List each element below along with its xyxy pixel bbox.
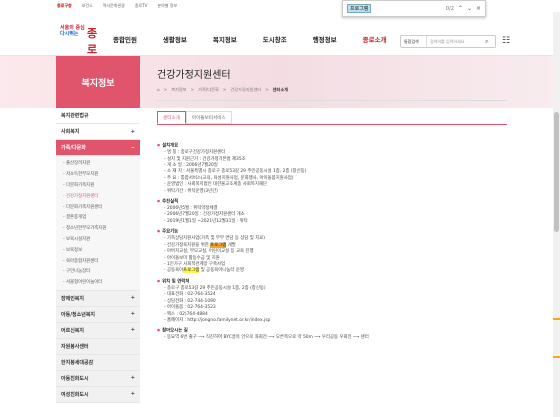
utility-link[interactable]: 종로TV <box>135 3 148 9</box>
utility-link[interactable]: 역사문화관광 <box>103 3 125 9</box>
utility-link[interactable]: 종로구청 <box>57 3 72 9</box>
tab-underline <box>157 124 507 125</box>
find-next-button[interactable]: ⌄ <box>467 5 472 12</box>
nav-item[interactable]: 종로소개 <box>363 34 387 44</box>
breadcrumb-item[interactable]: 건강가정지원센터 <box>230 87 261 93</box>
section-line: - 2019년1월1일 ~2021년12월31일 : 위탁 <box>164 218 248 224</box>
sidebar-item[interactable]: 아동친화도시 + <box>56 370 140 387</box>
sidebar-item-label: 아동/청소년복지 <box>61 311 96 318</box>
find-match-marker <box>553 318 560 320</box>
utility-link[interactable]: 분야별 정보 <box>157 3 177 9</box>
breadcrumb-separator: > <box>265 87 269 92</box>
sidebar-subitem[interactable]: - 건강가정지원센터 <box>56 190 140 201</box>
breadcrumb: ⌂ > 복지정보 > 가족/다문화 > 건강가정지원센터 > 센터소개 <box>157 87 288 93</box>
sidebar-subitem[interactable]: - 다문화가족지원 <box>56 180 140 191</box>
section-heading: 위치 및 연락처 <box>157 278 507 286</box>
search-input[interactable]: 검색어를 입력하세요 <box>427 39 485 45</box>
content-body: 설치개요- 명 칭 : 종로구건강가정지원센터- 설치 및 지원근거 : 건강가… <box>157 139 507 342</box>
sidebar-item-label: 자원봉사센터 <box>61 343 89 350</box>
utility-links: 종로구청 보건소 역사문화관광 종로TV 분야별 정보 <box>57 3 177 9</box>
section-heading: 추진실적 <box>157 198 507 206</box>
sidebar-item[interactable]: 복지관련법규 <box>56 108 140 124</box>
sidebar-submenu: - 출산장려지원 - 저소득한부모지원 - 다문화가족지원 - 건강가정지원센터 - 다… <box>56 156 140 291</box>
nav-item[interactable]: 행정정보 <box>313 34 337 44</box>
breadcrumb-item[interactable]: 복지정보 <box>171 87 186 93</box>
sidebar-item-label: 장애인복지 <box>61 295 85 302</box>
expand-icon: + <box>130 311 135 318</box>
find-match-marker <box>553 356 560 358</box>
sidebar-title: 복지정보 <box>56 56 140 108</box>
sidebar-menu: 복지관련법규 사회복지 + 가족/다문화 − - 출산장려지원 - 저소득한부모지원 - 다문… <box>56 108 140 417</box>
sitemap-grid-icon[interactable]: ☷ <box>502 36 510 46</box>
sidebar-item[interactable]: 장애인복지 + <box>56 290 140 307</box>
content-tab[interactable]: 센터소개 <box>157 111 186 124</box>
main-nav: 종합민원 생활정보 복지정보 도시창조 행정정보 종로소개 <box>113 34 413 44</box>
find-input[interactable]: 프로그램 <box>347 4 372 13</box>
nav-item[interactable]: 종합민원 <box>113 34 137 44</box>
sidebar-subitem[interactable]: - 저소득한부모지원 <box>56 169 140 180</box>
page-title: 건강가정지원센터 <box>157 70 231 81</box>
breadcrumb-item[interactable]: 가족/다문화 <box>198 87 219 93</box>
find-in-page-bar: 프로그램 0/2 ⌃ ⌄ × <box>342 0 486 17</box>
sidebar-item[interactable]: 아동/청소년복지 + <box>56 306 140 323</box>
search-highlight: 프로그램 <box>183 268 200 274</box>
sidebar-subitem[interactable]: - 구민나눔장터 <box>56 266 140 277</box>
sidebar-item-label: 한지붕세대공감 <box>61 359 94 366</box>
sidebar-item-label: 사회복지 <box>61 129 80 135</box>
scrollbar-thumb[interactable] <box>554 112 559 232</box>
breadcrumb-separator: > <box>190 87 195 92</box>
sidebar-subitem[interactable]: - 육아종합지원센터 <box>56 255 140 266</box>
search-highlight: 프로그램 <box>210 242 227 248</box>
content-tab[interactable]: 아이돌보미서비스 <box>185 111 232 124</box>
sidebar-subitem[interactable]: - 보육시설지원 <box>56 234 140 245</box>
sidebar-item-label: 복지관련법규 <box>61 113 89 119</box>
section-line: - 홈페이지 : http://jongno.familynet.or.kr/i… <box>164 317 271 323</box>
sidebar-subitem[interactable]: - 다문화가족지원센터 <box>56 201 140 212</box>
expand-icon: + <box>130 391 135 398</box>
expand-icon: + <box>130 375 135 382</box>
sidebar-item[interactable]: 자원봉사센터 <box>56 338 140 355</box>
sidebar-item-label: 어르신복지 <box>61 327 85 334</box>
sidebar-item[interactable]: 한지붕세대공감 <box>56 354 140 371</box>
search-box: 통합검색 검색어를 입력하세요 ⌕ <box>400 35 496 48</box>
find-prev-button[interactable]: ⌃ <box>458 5 463 12</box>
nav-item[interactable]: 생활정보 <box>163 34 187 44</box>
site-header: 서울의 중심 다시뛰는 종로 종합민원 생활정보 복지정보 도시창조 행정정보 종로소개 … <box>0 12 560 56</box>
section-line: - 공동육아프로그램 및 공동육아나눔터 운영 <box>164 268 244 274</box>
logo-name: 종로 <box>87 27 98 56</box>
sidebar-subitem[interactable]: - 청소년한부모가족지원 <box>56 223 140 234</box>
nav-item[interactable]: 도시창조 <box>263 34 287 44</box>
content-tabs: 센터소개 아이돌보미서비스 <box>157 111 232 124</box>
sidebar-item[interactable]: 사회복지 + <box>56 124 140 140</box>
site-logo[interactable]: 서울의 중심 다시뛰는 종로 <box>60 25 102 56</box>
section-line: - 위탁기간 : 위탁운영(3년간) <box>164 188 218 194</box>
breadcrumb-item[interactable]: 센터소개 <box>273 87 288 93</box>
section-heading: 설치개요 <box>157 142 507 150</box>
breadcrumb-separator: > <box>222 87 227 92</box>
divider <box>157 100 507 101</box>
find-close-button[interactable]: × <box>476 5 481 12</box>
breadcrumb-separator: > <box>163 87 168 92</box>
expand-icon: + <box>130 327 135 334</box>
sidebar-item-label: 아동친화도시 <box>61 375 89 382</box>
sidebar-item[interactable]: 어르신복지 + <box>56 322 140 339</box>
sidebar-item[interactable]: 가족/다문화 − <box>56 140 140 156</box>
sidebar-item-label: 가족/다문화 <box>61 145 86 151</box>
find-match-count: 0/2 <box>445 5 454 12</box>
sidebar-subitem[interactable]: - 결혼중개업 <box>56 212 140 223</box>
search-scope-select[interactable]: 통합검색 <box>401 36 427 47</box>
expand-icon: + <box>130 128 135 135</box>
search-icon[interactable]: ⌕ <box>485 38 495 46</box>
sidebar-subitem[interactable]: - 출산장려지원 <box>56 158 140 169</box>
sidebar-item[interactable]: 여성친화도시 + <box>56 386 140 403</box>
expand-icon: − <box>130 144 135 151</box>
home-icon[interactable]: ⌂ <box>157 87 160 93</box>
utility-link[interactable]: 보건소 <box>82 3 93 9</box>
expand-icon: + <box>130 295 135 302</box>
sidebar-subitem[interactable]: - 보육정보 <box>56 244 140 255</box>
section-line: - 동묘역 6번 출구 ⟶ 직진하여 BYC골목 안으로 좌회전 ⟶ 오른쪽으로… <box>164 335 369 341</box>
sidebar-item-label: 여성친화도시 <box>61 391 89 398</box>
sidebar-subitem[interactable]: - 서울형어린이놀이터 <box>56 277 140 288</box>
nav-item[interactable]: 복지정보 <box>213 34 237 44</box>
